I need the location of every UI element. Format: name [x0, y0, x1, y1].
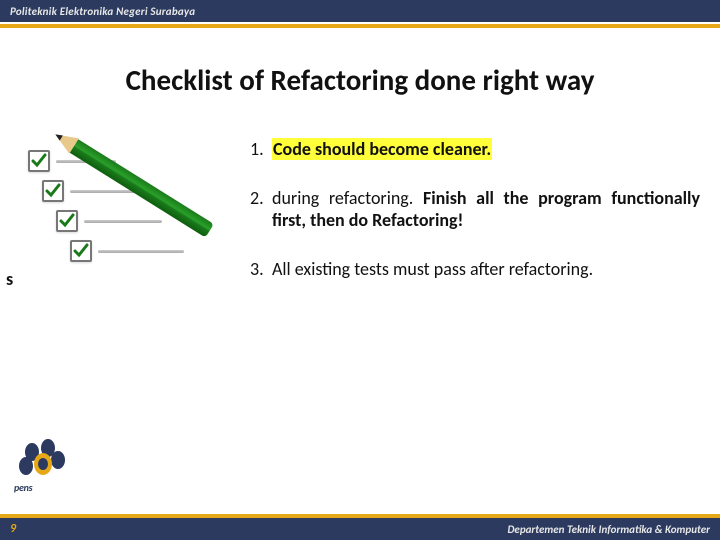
item-text: All existing tests must pass after refac…	[272, 258, 700, 281]
checkbox-icon	[56, 210, 78, 232]
footer-bar: 9 Departemen Teknik Informatika & Komput…	[0, 518, 720, 540]
institution-name: Politeknik Elektronika Negeri Surabaya	[10, 5, 195, 18]
department-name: Departemen Teknik Informatika & Komputer	[507, 523, 710, 536]
checkbox-icon	[28, 150, 50, 172]
pens-logo: pens	[14, 438, 72, 490]
item-text-highlight: Code should become cleaner.	[272, 138, 492, 160]
checkbox-icon	[42, 180, 64, 202]
item-text: during refactoring.	[272, 187, 423, 209]
logo-text: pens	[14, 481, 32, 494]
checklist-illustration	[24, 144, 234, 274]
item-number: 3.	[250, 258, 272, 281]
list-item: 1. Code should become cleaner.	[250, 138, 700, 161]
checkbox-icon	[70, 240, 92, 262]
content-row: 1. Code should become cleaner. 2. during…	[0, 138, 720, 306]
page-number: 9	[10, 522, 16, 536]
slide-body: Checklist of Refactoring done right way …	[0, 28, 720, 518]
item-number: 1.	[250, 138, 272, 161]
slide-title: Checklist of Refactoring done right way	[0, 62, 720, 98]
list-item: 2. during refactoring. Finish all the pr…	[250, 187, 700, 232]
logo-icon	[14, 438, 72, 482]
list-column: 1. Code should become cleaner. 2. during…	[244, 138, 700, 306]
item-number: 2.	[250, 187, 272, 210]
header-bar: Politeknik Elektronika Negeri Surabaya	[0, 0, 720, 22]
list-item: 3. All existing tests must pass after re…	[250, 258, 700, 281]
stray-letter: s	[6, 268, 13, 290]
